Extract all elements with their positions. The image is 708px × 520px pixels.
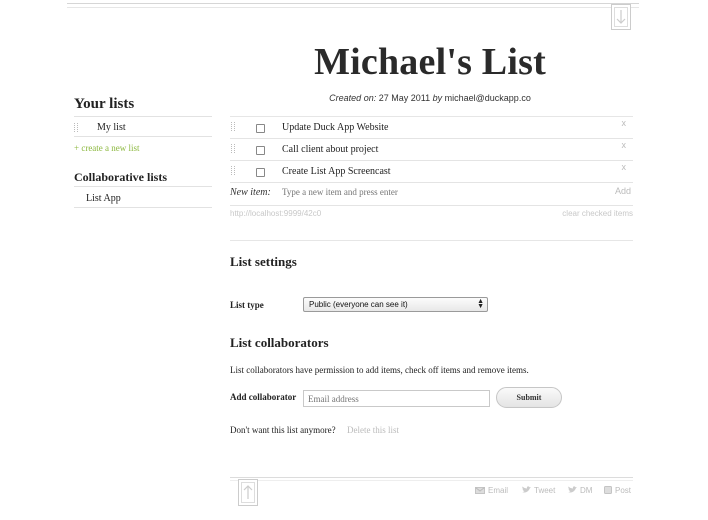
share-email-label: Email (488, 486, 509, 495)
list-item: Update Duck App Website x (230, 117, 633, 139)
top-frame-line (67, 3, 639, 8)
collaborators-description: List collaborators have permission to ad… (230, 365, 529, 375)
list-settings-heading: List settings (230, 254, 297, 269)
list-meta: Created on: 27 May 2011 by michael@ducka… (230, 93, 630, 103)
remove-item-button[interactable]: x (622, 140, 627, 150)
share-email-button[interactable]: Email (475, 486, 508, 495)
list-type-value: Public (everyone can see it) (309, 300, 408, 309)
by-label: by (432, 93, 443, 103)
footer-line (230, 477, 633, 481)
grip-icon[interactable] (231, 144, 235, 153)
share-dm-label: DM (580, 486, 593, 495)
add-item-button[interactable]: Add (615, 186, 631, 196)
submit-button[interactable]: Submit (496, 387, 562, 408)
email-icon (475, 487, 485, 494)
select-arrows-icon: ▲ ▼ (477, 298, 484, 310)
divider (74, 207, 212, 208)
share-post-button[interactable]: Post (604, 486, 631, 495)
page-title: Michael's List (314, 41, 546, 83)
divider (74, 136, 212, 137)
share-dm-button[interactable]: DM (567, 486, 592, 495)
arrow-down-icon (616, 10, 626, 24)
item-checkbox[interactable] (256, 168, 265, 177)
item-checkbox[interactable] (256, 124, 265, 133)
list-item: Create List App Screencast x (230, 161, 633, 183)
created-date: 27 May 2011 (378, 93, 431, 103)
scroll-up-tab[interactable] (238, 479, 258, 506)
remove-item-button[interactable]: x (622, 118, 627, 128)
post-icon (604, 486, 612, 494)
remove-item-button[interactable]: x (622, 162, 627, 172)
scroll-down-tab[interactable] (611, 4, 631, 30)
item-checkbox[interactable] (256, 146, 265, 155)
add-collaborator-label: Add collaborator (230, 392, 297, 402)
list-type-select[interactable]: Public (everyone can see it) ▲ ▼ (303, 297, 488, 312)
share-tweet-button[interactable]: Tweet (521, 486, 555, 495)
list-url[interactable]: http://localhost:9999/42c0 (230, 209, 321, 218)
share-tweet-label: Tweet (534, 486, 556, 495)
grip-icon[interactable] (231, 166, 235, 175)
delete-prompt: Don't want this list anymore? (230, 425, 336, 435)
new-item-label: New item: (230, 187, 271, 198)
share-post-label: Post (615, 486, 632, 495)
grip-icon[interactable] (231, 122, 235, 131)
created-label: Created on: (329, 93, 377, 103)
new-item-input[interactable] (280, 184, 584, 200)
sidebar-item-my-list[interactable]: My list (97, 122, 126, 133)
collaborator-email-input[interactable] (303, 390, 490, 407)
collaborative-lists-heading: Collaborative lists (74, 170, 167, 184)
divider (74, 116, 212, 117)
section-divider (230, 240, 633, 241)
twitter-icon (568, 486, 577, 493)
owner-email: michael@duckapp.co (444, 93, 531, 103)
arrow-up-icon (243, 485, 253, 499)
grip-icon[interactable] (74, 123, 78, 132)
sidebar-item-list-app[interactable]: List App (86, 193, 121, 204)
divider (74, 186, 212, 187)
list-type-label: List type (230, 300, 264, 310)
item-text[interactable]: Create List App Screencast (282, 166, 391, 177)
list-collaborators-heading: List collaborators (230, 335, 329, 350)
item-text[interactable]: Update Duck App Website (282, 122, 389, 133)
list-item: Call client about project x (230, 139, 633, 161)
create-new-list-link[interactable]: + create a new list (74, 143, 140, 153)
item-text[interactable]: Call client about project (282, 144, 378, 155)
divider (230, 205, 633, 206)
your-lists-heading: Your lists (74, 96, 135, 112)
delete-list-link[interactable]: Delete this list (347, 425, 399, 435)
twitter-icon (522, 486, 531, 493)
clear-checked-link[interactable]: clear checked items (562, 209, 633, 218)
